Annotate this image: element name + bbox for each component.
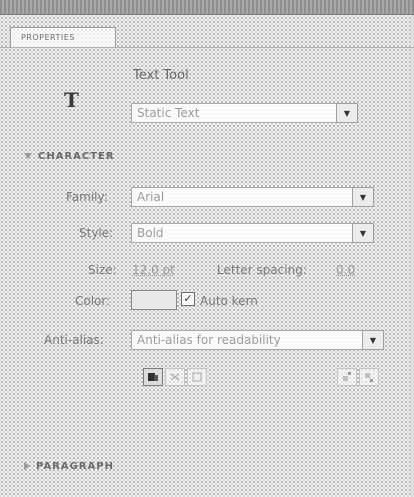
style-label: Style: — [79, 226, 114, 240]
show-border-icon[interactable] — [187, 368, 207, 386]
font-size-value[interactable]: 12.0 pt — [132, 263, 175, 277]
tab-properties[interactable]: PROPERTIES — [10, 27, 116, 47]
auto-kern-checkbox[interactable]: ✓ — [181, 292, 195, 306]
tab-properties-label: PROPERTIES — [21, 33, 75, 42]
panel-tab-bar: PROPERTIES — [0, 15, 414, 48]
paragraph-section-label: PARAGRAPH — [36, 460, 114, 472]
anti-alias-select[interactable]: Anti-alias for readability ▼ — [131, 330, 384, 350]
character-section-label: CHARACTER — [38, 150, 115, 162]
triangle-down-icon[interactable]: ▼ — [352, 223, 374, 243]
color-label: Color: — [75, 294, 111, 308]
check-icon: ✓ — [183, 292, 193, 305]
subscript-icon[interactable] — [359, 368, 379, 386]
triangle-down-icon[interactable]: ▼ — [352, 187, 374, 207]
paragraph-section-header[interactable]: PARAGRAPH — [0, 455, 414, 477]
text-color-swatch[interactable] — [131, 290, 177, 310]
font-style-value: Bold — [137, 226, 164, 240]
anti-alias-value: Anti-alias for readability — [137, 333, 281, 347]
panel-titlebar[interactable] — [0, 0, 414, 15]
anti-alias-label: Anti-alias: — [44, 333, 104, 347]
render-html-icon[interactable] — [165, 368, 185, 386]
letter-spacing-value[interactable]: 0.0 — [336, 263, 355, 277]
text-tool-icon: T — [64, 88, 79, 112]
font-style-select[interactable]: Bold ▼ — [131, 223, 374, 243]
family-label: Family: — [66, 190, 108, 204]
selectable-text-icon[interactable] — [143, 368, 163, 386]
text-type-value: Static Text — [137, 106, 200, 120]
triangle-down-icon[interactable]: ▼ — [336, 103, 358, 123]
character-section-header[interactable]: CHARACTER — [0, 145, 414, 167]
font-family-select[interactable]: Arial ▼ — [131, 187, 374, 207]
auto-kern-label: Auto kern — [200, 294, 258, 308]
triangle-down-icon[interactable]: ▼ — [362, 330, 384, 350]
letter-spacing-label: Letter spacing: — [217, 263, 307, 277]
expand-triangle-icon — [24, 153, 32, 159]
text-type-select[interactable]: Static Text ▼ — [131, 103, 358, 123]
tool-title: Text Tool — [133, 68, 189, 83]
size-label: Size: — [88, 263, 117, 277]
properties-panel: PROPERTIES T Text Tool Static Text ▼ CHA… — [0, 0, 414, 497]
superscript-icon[interactable] — [337, 368, 357, 386]
font-family-value: Arial — [137, 190, 165, 204]
collapse-triangle-icon — [24, 462, 30, 470]
